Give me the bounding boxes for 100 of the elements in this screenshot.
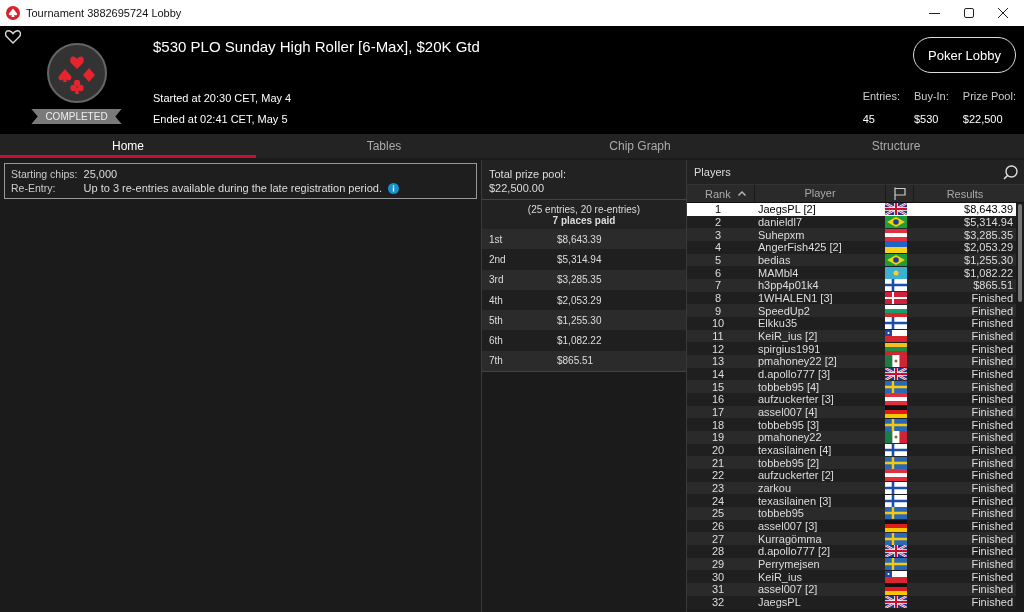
player-row[interactable]: 13 pmahoney22 [2] Finished (687, 355, 1016, 368)
result-cell-text: Finished (970, 482, 1014, 495)
result-cell-text: Finished (970, 342, 1014, 355)
rank-cell-text: 16 (710, 393, 726, 406)
search-icon[interactable] (1003, 164, 1018, 180)
status-ribbon: COMPLETED (31, 109, 122, 124)
rank-cell-text: 4 (713, 241, 723, 254)
stat-value: 45 (862, 113, 876, 125)
player-name: pmahoney22 [2] (757, 355, 838, 368)
result-cell-text: Finished (970, 507, 1014, 520)
player-row[interactable]: 19 pmahoney22 Finished (687, 431, 1016, 444)
rank-cell-text: 28 (710, 545, 726, 558)
stat-label: Prize Pool: (962, 90, 1016, 102)
player-row[interactable]: 1 JaegsPL [2] $8,643.39 (687, 203, 1016, 216)
result-cell-text: Finished (970, 418, 1014, 431)
rank-cell-text: 5 (713, 254, 723, 266)
player-row[interactable]: 31 assel007 [2] Finished (687, 583, 1016, 596)
heart-icon[interactable] (5, 30, 21, 44)
tournament-title: $530 PLO Sunday High Roller [6-Max], $20K Gtd (153, 38, 481, 57)
prize-cell: $1,082.22 (557, 335, 602, 347)
tab[interactable]: Chip Graph (512, 134, 768, 158)
info-icon[interactable] (387, 182, 399, 194)
entries-note: (25 entries, 20 re-entries) (527, 204, 641, 215)
player-name: pmahoney22 (757, 431, 823, 444)
rank-cell-text: 20 (710, 444, 726, 457)
flag-icon[interactable] (893, 187, 906, 200)
rank-cell-text: 27 (710, 532, 726, 545)
rank-cell-text: 7 (713, 279, 723, 292)
result-cell-text: Finished (970, 545, 1014, 558)
player-name: bedias (757, 254, 792, 266)
scrollbar[interactable] (1018, 204, 1022, 302)
column-header[interactable]: Rank (705, 187, 731, 200)
rank-cell-text: 3 (713, 228, 723, 241)
player-row[interactable]: 22 aufzuckerter [2] Finished (687, 469, 1016, 482)
rank-cell-text: 11 (711, 330, 725, 343)
player-row[interactable]: 27 Kurragömma Finished (687, 532, 1016, 546)
player-row[interactable]: 15 tobbeb95 [4] Finished (687, 380, 1016, 394)
player-row[interactable]: 9 SpeedUp2 Finished (687, 304, 1016, 318)
result-cell-text: $1,082.22 (963, 266, 1014, 279)
rank-cell-text: 26 (710, 520, 726, 533)
total-value: $22,500.00 (489, 182, 546, 194)
player-row[interactable]: 24 texasilainen [3] Finished (687, 494, 1016, 508)
result-cell-text: Finished (970, 393, 1014, 406)
column-header[interactable]: Player (755, 185, 886, 202)
stat-value: $22,500 (962, 113, 1004, 125)
result-cell-text: Finished (970, 368, 1014, 381)
player-row[interactable]: 10 Elkku35 Finished (687, 317, 1016, 330)
player-name: spirgius1991 (757, 342, 822, 355)
result-cell-text: $3,285.35 (963, 228, 1014, 241)
sort-caret-icon[interactable] (738, 191, 746, 196)
start-time: Started at 20:30 CET, May 4 (153, 92, 293, 104)
rank-cell-text: 2 (713, 216, 723, 228)
result-cell-text: Finished (970, 583, 1014, 596)
player-name: Elkku35 (757, 317, 799, 330)
player-name: tobbeb95 [4] (757, 380, 821, 393)
maximize-icon[interactable] (964, 7, 974, 18)
prize-cell: $1,255.30 (557, 314, 602, 326)
rank-cell-text: 32 (710, 596, 726, 609)
player-name: Kurragömma (757, 532, 823, 545)
tab[interactable]: Structure (768, 134, 1024, 158)
player-name: d.apollo777 [3] (757, 368, 832, 381)
player-name: texasilainen [4] (757, 444, 833, 457)
player-row[interactable]: 7 h3pp4p01k4 $865.51 (687, 279, 1016, 292)
player-row[interactable]: 16 aufzuckerter [3] Finished (687, 393, 1016, 406)
player-row[interactable]: 25 tobbeb95 Finished (687, 507, 1016, 520)
place-cell-text: 1st (489, 233, 504, 245)
player-row[interactable]: 4 AngerFish425 [2] $2,053.29 (687, 241, 1016, 254)
rank-cell-text: 19 (710, 431, 726, 444)
close-icon[interactable] (998, 7, 1008, 18)
result-cell-text: Finished (970, 317, 1014, 330)
result-cell-text: Finished (970, 532, 1014, 545)
total-label: Total prize pool: (489, 168, 568, 180)
player-row[interactable]: 18 tobbeb95 [3] Finished (687, 418, 1016, 432)
rank-cell-text: 21 (710, 456, 726, 469)
player-row[interactable]: 12 spirgius1991 Finished (687, 342, 1016, 356)
player-name: tobbeb95 (757, 507, 805, 520)
poker-lobby-button[interactable]: Poker Lobby (913, 37, 1016, 73)
rank-cell-text: 18 (710, 418, 726, 431)
info-value: Up to 3 re-entries available during the late registration period. (83, 182, 382, 194)
player-name: tobbeb95 [3] (757, 418, 821, 431)
place-cell-text: 2nd (489, 253, 507, 265)
prize-cell: $2,053.29 (557, 294, 602, 306)
rank-cell-text: 15 (710, 380, 726, 393)
result-cell-text: $2,053.29 (963, 241, 1014, 254)
tab[interactable]: Tables (256, 134, 512, 158)
player-row[interactable]: 21 tobbeb95 [2] Finished (687, 456, 1016, 470)
player-row[interactable]: 6 MAMbl4 $1,082.22 (687, 266, 1016, 280)
rank-cell-text: 9 (713, 304, 723, 317)
place-cell-text: 4th (489, 294, 504, 306)
result-cell-text: Finished (970, 292, 1014, 305)
column-header[interactable]: Results (914, 187, 1016, 200)
result-cell-text: Finished (970, 431, 1014, 444)
rank-cell-text: 17 (710, 406, 726, 419)
player-row[interactable]: 3 Suhepxm $3,285.35 (687, 228, 1016, 241)
player-row[interactable]: 28 d.apollo777 [2] Finished (687, 545, 1016, 558)
player-name: zarkou (757, 482, 793, 495)
rank-cell-text: 14 (710, 368, 726, 381)
tab[interactable]: Home (0, 134, 256, 158)
player-row[interactable]: 30 KeiR_ius Finished (687, 570, 1016, 584)
prize-cell: $865.51 (557, 355, 594, 367)
